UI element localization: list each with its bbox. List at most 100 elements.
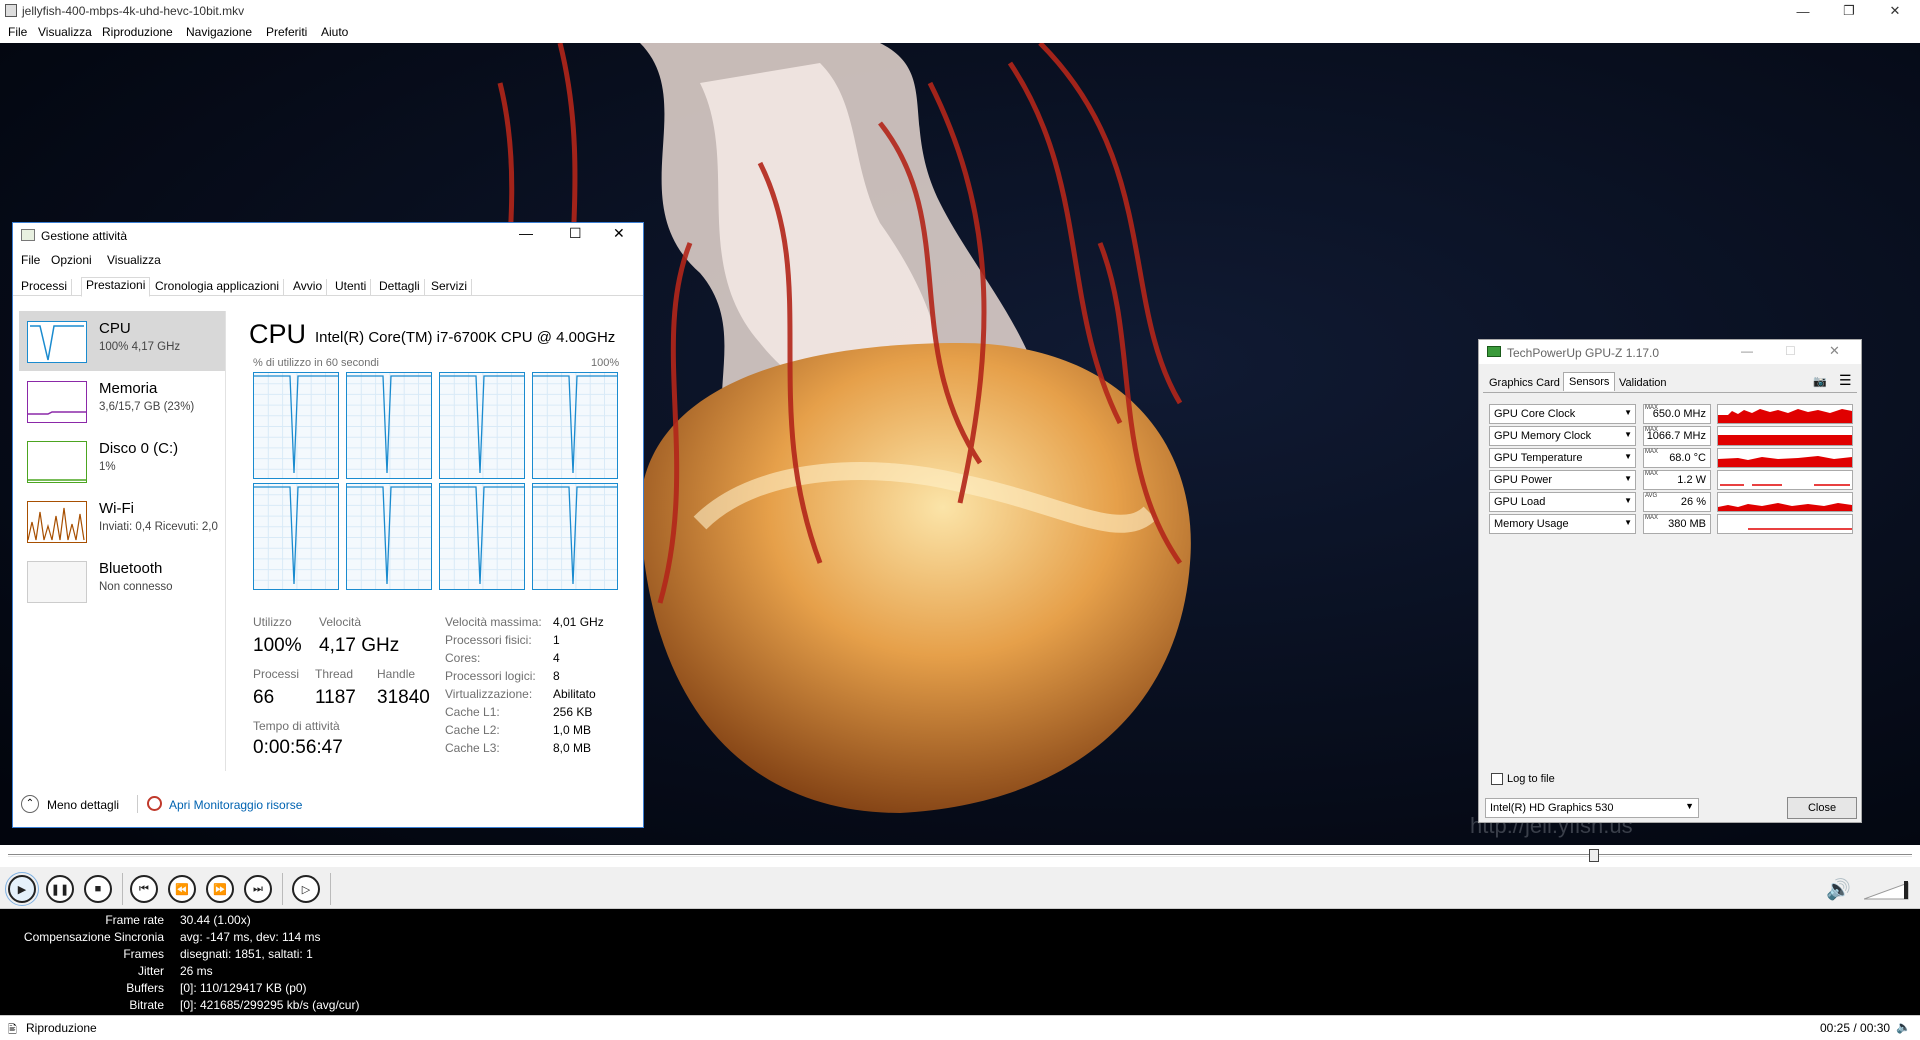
spec-label: Cores:: [445, 651, 481, 665]
task-manager-icon: [21, 229, 35, 241]
spec-value: Abilitato: [553, 687, 596, 701]
restore-icon[interactable]: ❐: [1826, 0, 1872, 22]
sidebar-item-wifi[interactable]: Wi-Fi Inviati: 0,4 Ricevuti: 2,0: [19, 491, 225, 551]
frame-step-button[interactable]: ▷: [292, 875, 320, 903]
sensor-name-select[interactable]: GPU Load ▼: [1489, 492, 1636, 512]
previous-button[interactable]: ⏮: [130, 875, 158, 903]
tm-menu-opzioni[interactable]: Opzioni: [51, 253, 92, 267]
sensor-value: MAX 380 MB: [1643, 514, 1711, 534]
tab-dettagli[interactable]: Dettagli: [375, 279, 425, 296]
velocita-value: 4,17 GHz: [319, 635, 400, 656]
rewind-button[interactable]: ⏪: [168, 875, 196, 903]
minimize-icon[interactable]: —: [1780, 0, 1826, 22]
spec-value: 256 KB: [553, 705, 593, 719]
task-manager-window: Gestione attività — ☐ ✕ File Opzioni Vis…: [12, 222, 644, 828]
panel-heading: CPU: [249, 319, 307, 349]
sensor-graph: [1717, 514, 1853, 534]
spec-label: Cache L3:: [445, 741, 500, 755]
tab-avvio[interactable]: Avvio: [289, 279, 328, 296]
tab-cronologia[interactable]: Cronologia applicazioni: [151, 279, 285, 296]
tab-processi[interactable]: Processi: [17, 279, 73, 296]
volume-slider[interactable]: [1864, 877, 1912, 901]
sidebar-item-memoria[interactable]: Memoria 3,6/15,7 GB (23%): [19, 371, 225, 431]
gpuz-tab-sensors[interactable]: Sensors: [1563, 372, 1616, 391]
close-icon[interactable]: ✕: [1829, 343, 1840, 359]
sensor-graph: [1717, 404, 1853, 424]
menu-file[interactable]: File: [8, 25, 27, 39]
sensor-row: GPU Memory Clock ▼ MAX 1066.7 MHz: [1489, 426, 1853, 446]
chevron-down-icon: ▼: [1624, 496, 1632, 505]
resource-monitor-link[interactable]: Apri Monitoraggio risorse: [169, 798, 302, 812]
speaker-status-icon[interactable]: 🔈: [1896, 1020, 1911, 1034]
core-graph: [439, 483, 526, 591]
tm-menu-file[interactable]: File: [21, 253, 40, 267]
log-to-file-label: Log to file: [1507, 773, 1555, 785]
tab-utenti[interactable]: Utenti: [331, 279, 372, 296]
gpuz-title: TechPowerUp GPU-Z 1.17.0: [1507, 346, 1660, 360]
gpuz-tab-validation[interactable]: Validation: [1615, 375, 1671, 391]
sensor-mode-tag: MAX: [1645, 405, 1659, 411]
sensor-name-select[interactable]: GPU Power ▼: [1489, 470, 1636, 490]
processi-value: 66: [253, 687, 275, 708]
maximize-icon[interactable]: ☐: [569, 225, 582, 242]
sensor-name-select[interactable]: GPU Temperature ▼: [1489, 448, 1636, 468]
sensor-mode-tag: MAX: [1645, 449, 1659, 455]
sensor-name-select[interactable]: GPU Core Clock ▼: [1489, 404, 1636, 424]
sidebar-item-disco[interactable]: Disco 0 (C:) 1%: [19, 431, 225, 491]
spec-value: 8: [553, 669, 560, 683]
next-button[interactable]: ⏭: [244, 875, 272, 903]
spec-label: Velocità massima:: [445, 615, 542, 629]
gpuz-tab-graphics-card[interactable]: Graphics Card: [1485, 375, 1564, 391]
minimize-icon[interactable]: —: [1741, 344, 1753, 358]
spec-value: 1: [553, 633, 560, 647]
volume-icon[interactable]: 🔊: [1826, 877, 1851, 902]
play-button[interactable]: ▶: [5, 872, 39, 906]
sensor-name-select[interactable]: GPU Memory Clock ▼: [1489, 426, 1636, 446]
sidebar-item-bluetooth[interactable]: Bluetooth Non connesso: [19, 551, 225, 611]
fast-forward-button[interactable]: ⏩: [206, 875, 234, 903]
gpu-select[interactable]: Intel(R) HD Graphics 530 ▼: [1485, 798, 1699, 818]
seek-bar[interactable]: [0, 845, 1920, 867]
processi-label: Processi: [253, 667, 300, 681]
menu-aiuto[interactable]: Aiuto: [321, 25, 348, 39]
close-button[interactable]: Close: [1787, 797, 1857, 819]
thread-label: Thread: [315, 667, 354, 681]
menu-navigazione[interactable]: Navigazione: [186, 25, 252, 39]
tab-servizi[interactable]: Servizi: [427, 279, 473, 296]
menu-preferiti[interactable]: Preferiti: [266, 25, 307, 39]
stop-button[interactable]: ■: [84, 875, 112, 903]
disk-mini-graph: [27, 441, 87, 483]
handle-label: Handle: [377, 667, 416, 681]
time-display: 00:25 / 00:30: [1820, 1021, 1891, 1035]
handle-value: 31840: [377, 687, 430, 708]
close-icon[interactable]: ✕: [613, 225, 625, 242]
less-details-link[interactable]: Meno dettagli: [47, 798, 119, 812]
memory-mini-graph: [27, 381, 87, 423]
tm-menu-visualizza[interactable]: Visualizza: [107, 253, 161, 267]
task-manager-menu: File Opzioni Visualizza: [13, 253, 643, 273]
hamburger-menu-icon[interactable]: ☰: [1839, 372, 1852, 389]
tab-prestazioni[interactable]: Prestazioni: [81, 277, 151, 297]
log-to-file-checkbox[interactable]: [1491, 773, 1503, 785]
menu-visualizza[interactable]: Visualizza: [38, 25, 92, 39]
sidebar-item-cpu[interactable]: CPU 100% 4,17 GHz: [19, 311, 225, 371]
close-icon[interactable]: ✕: [1872, 0, 1918, 22]
gpuz-window: TechPowerUp GPU-Z 1.17.0 — ☐ ✕ Graphics …: [1478, 339, 1862, 823]
seek-thumb[interactable]: [1589, 849, 1599, 862]
sensor-graph: [1717, 470, 1853, 490]
task-manager-title: Gestione attività: [41, 229, 128, 243]
core-graph: [532, 372, 619, 480]
chevron-down-icon: ▼: [1624, 474, 1632, 483]
spec-label: Cache L1:: [445, 705, 500, 719]
chevron-down-icon: ▼: [1685, 801, 1694, 811]
camera-icon[interactable]: 📷: [1813, 375, 1827, 388]
minimize-icon[interactable]: —: [519, 225, 533, 241]
velocita-label: Velocità: [319, 615, 362, 629]
seek-track[interactable]: [8, 854, 1912, 857]
sensor-name-select[interactable]: Memory Usage ▼: [1489, 514, 1636, 534]
menu-riproduzione[interactable]: Riproduzione: [102, 25, 173, 39]
gpuz-title-bar: TechPowerUp GPU-Z 1.17.0 — ☐ ✕: [1479, 340, 1861, 364]
stat-row: Buffers [0]: 110/129417 KB (p0): [126, 981, 307, 995]
pause-button[interactable]: ❚❚: [46, 875, 74, 903]
chevron-up-icon[interactable]: ⌃: [21, 795, 39, 813]
